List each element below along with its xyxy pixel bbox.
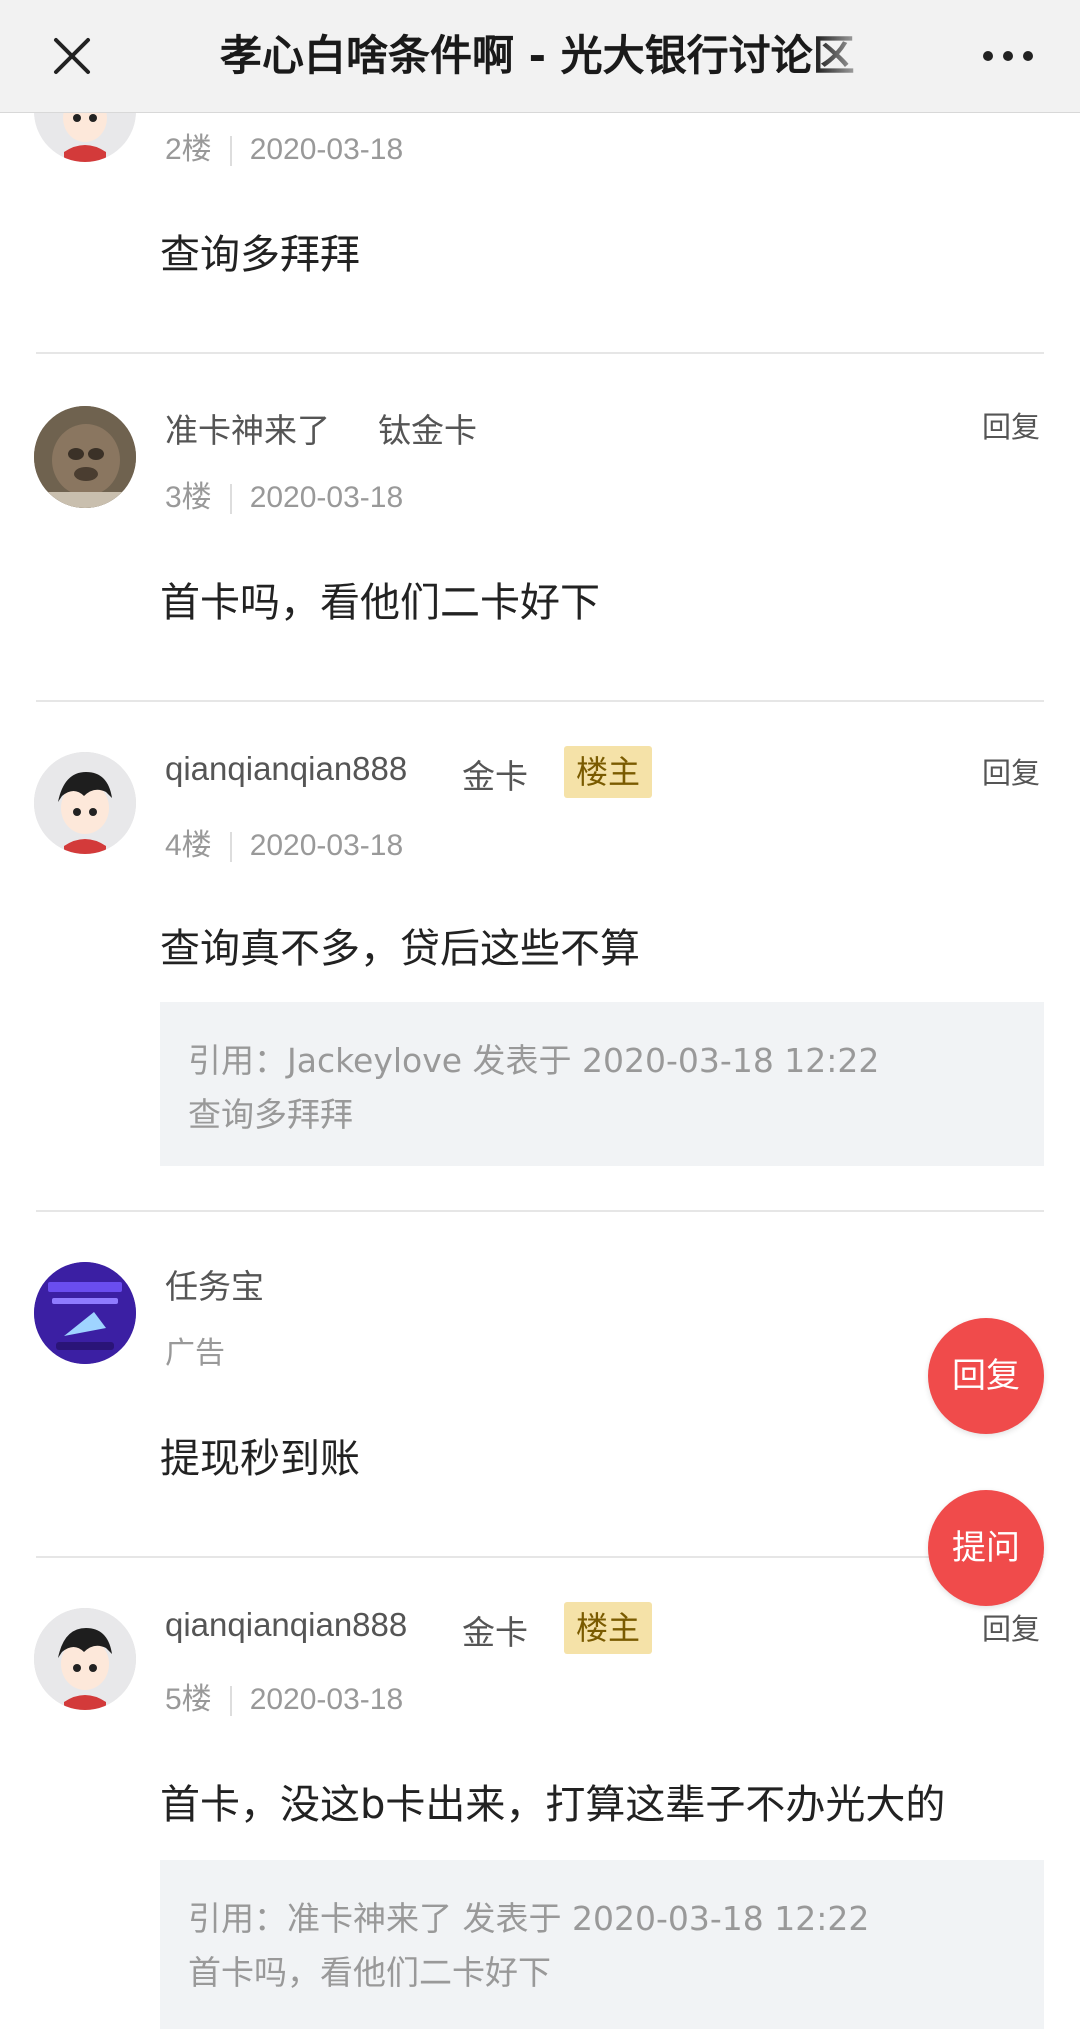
post-floor-4: qianqianqian888 金卡 楼主 回复 4楼 2020-03-18 查询…: [0, 702, 1080, 1210]
top-navigation-bar: 孝心白啥条件啊 - 光大银行讨论区: [0, 0, 1080, 113]
username[interactable]: qianqianqian888: [165, 1606, 407, 1644]
post-date: 2020-03-18: [249, 133, 404, 166]
card-level: 金卡: [462, 1613, 528, 1652]
advertiser-name[interactable]: 任务宝: [165, 1260, 264, 1308]
post-date: 2020-03-18: [249, 481, 404, 514]
reply-link[interactable]: 回复: [982, 1606, 1040, 1648]
avatar[interactable]: [34, 406, 136, 508]
username[interactable]: 准卡神来了: [165, 404, 330, 452]
owner-badge: 楼主: [564, 746, 653, 798]
post-floor-5: qianqianqian888 金卡 楼主 回复 5楼 2020-03-18 首卡…: [0, 1558, 1080, 2029]
post-content: 首卡吗，看他们二卡好下: [160, 580, 600, 626]
page-title: 孝心白啥条件啊 - 光大银行讨论区: [220, 31, 855, 80]
quote-header: 引用：准卡神来了 发表于 2020-03-18 12:22: [188, 1899, 870, 1938]
post-meta: 2楼 2020-03-18: [165, 124, 403, 168]
floating-ask-button[interactable]: 提问: [928, 1490, 1044, 1606]
username[interactable]: qianqianqian888: [165, 750, 407, 788]
ad-label: 广告: [165, 1337, 225, 1370]
floating-reply-button[interactable]: 回复: [928, 1318, 1044, 1434]
quote-header: 引用：Jackeylove 发表于 2020-03-18 12:22: [188, 1041, 880, 1080]
post-meta: 5楼 2020-03-18: [165, 1674, 403, 1718]
reply-link[interactable]: 回复: [982, 750, 1040, 792]
card-level: 金卡: [462, 757, 528, 796]
floor-number: 3楼: [165, 481, 212, 514]
quote-block: 引用：准卡神来了 发表于 2020-03-18 12:22 首卡吗，看他们二卡好…: [160, 1860, 1044, 2029]
post-date: 2020-03-18: [249, 1683, 404, 1716]
post-content: 查询真不多，贷后这些不算: [160, 926, 640, 972]
avatar[interactable]: [34, 1608, 136, 1710]
floor-number: 2楼: [165, 133, 212, 166]
ad-content[interactable]: 提现秒到账: [160, 1426, 360, 1484]
quote-text: 查询多拜拜: [188, 1095, 353, 1134]
quote-block: 引用：Jackeylove 发表于 2020-03-18 12:22 查询多拜拜: [160, 1002, 1044, 1166]
post-content: 首卡，没这b卡出来，打算这辈子不办光大的: [160, 1782, 946, 1828]
avatar[interactable]: [34, 1262, 136, 1364]
avatar[interactable]: [34, 752, 136, 854]
ad-post[interactable]: 任务宝 广告 提现秒到账: [0, 1212, 1080, 1558]
post-content: 查询多拜拜: [160, 232, 360, 278]
floor-number: 5楼: [165, 1683, 212, 1716]
card-level: 钛金卡: [378, 411, 477, 450]
reply-link[interactable]: 回复: [982, 404, 1040, 446]
post-meta: 4楼 2020-03-18: [165, 820, 403, 864]
post-floor-3: 准卡神来了 钛金卡 回复 3楼 2020-03-18 首卡吗，看他们二卡好下: [0, 354, 1080, 700]
quote-text: 首卡吗，看他们二卡好下: [188, 1953, 551, 1992]
owner-badge: 楼主: [564, 1602, 653, 1654]
floor-number: 4楼: [165, 829, 212, 862]
close-icon[interactable]: [48, 32, 96, 80]
more-icon[interactable]: [980, 38, 1036, 74]
post-date: 2020-03-18: [249, 829, 404, 862]
post-meta: 3楼 2020-03-18: [165, 472, 403, 516]
